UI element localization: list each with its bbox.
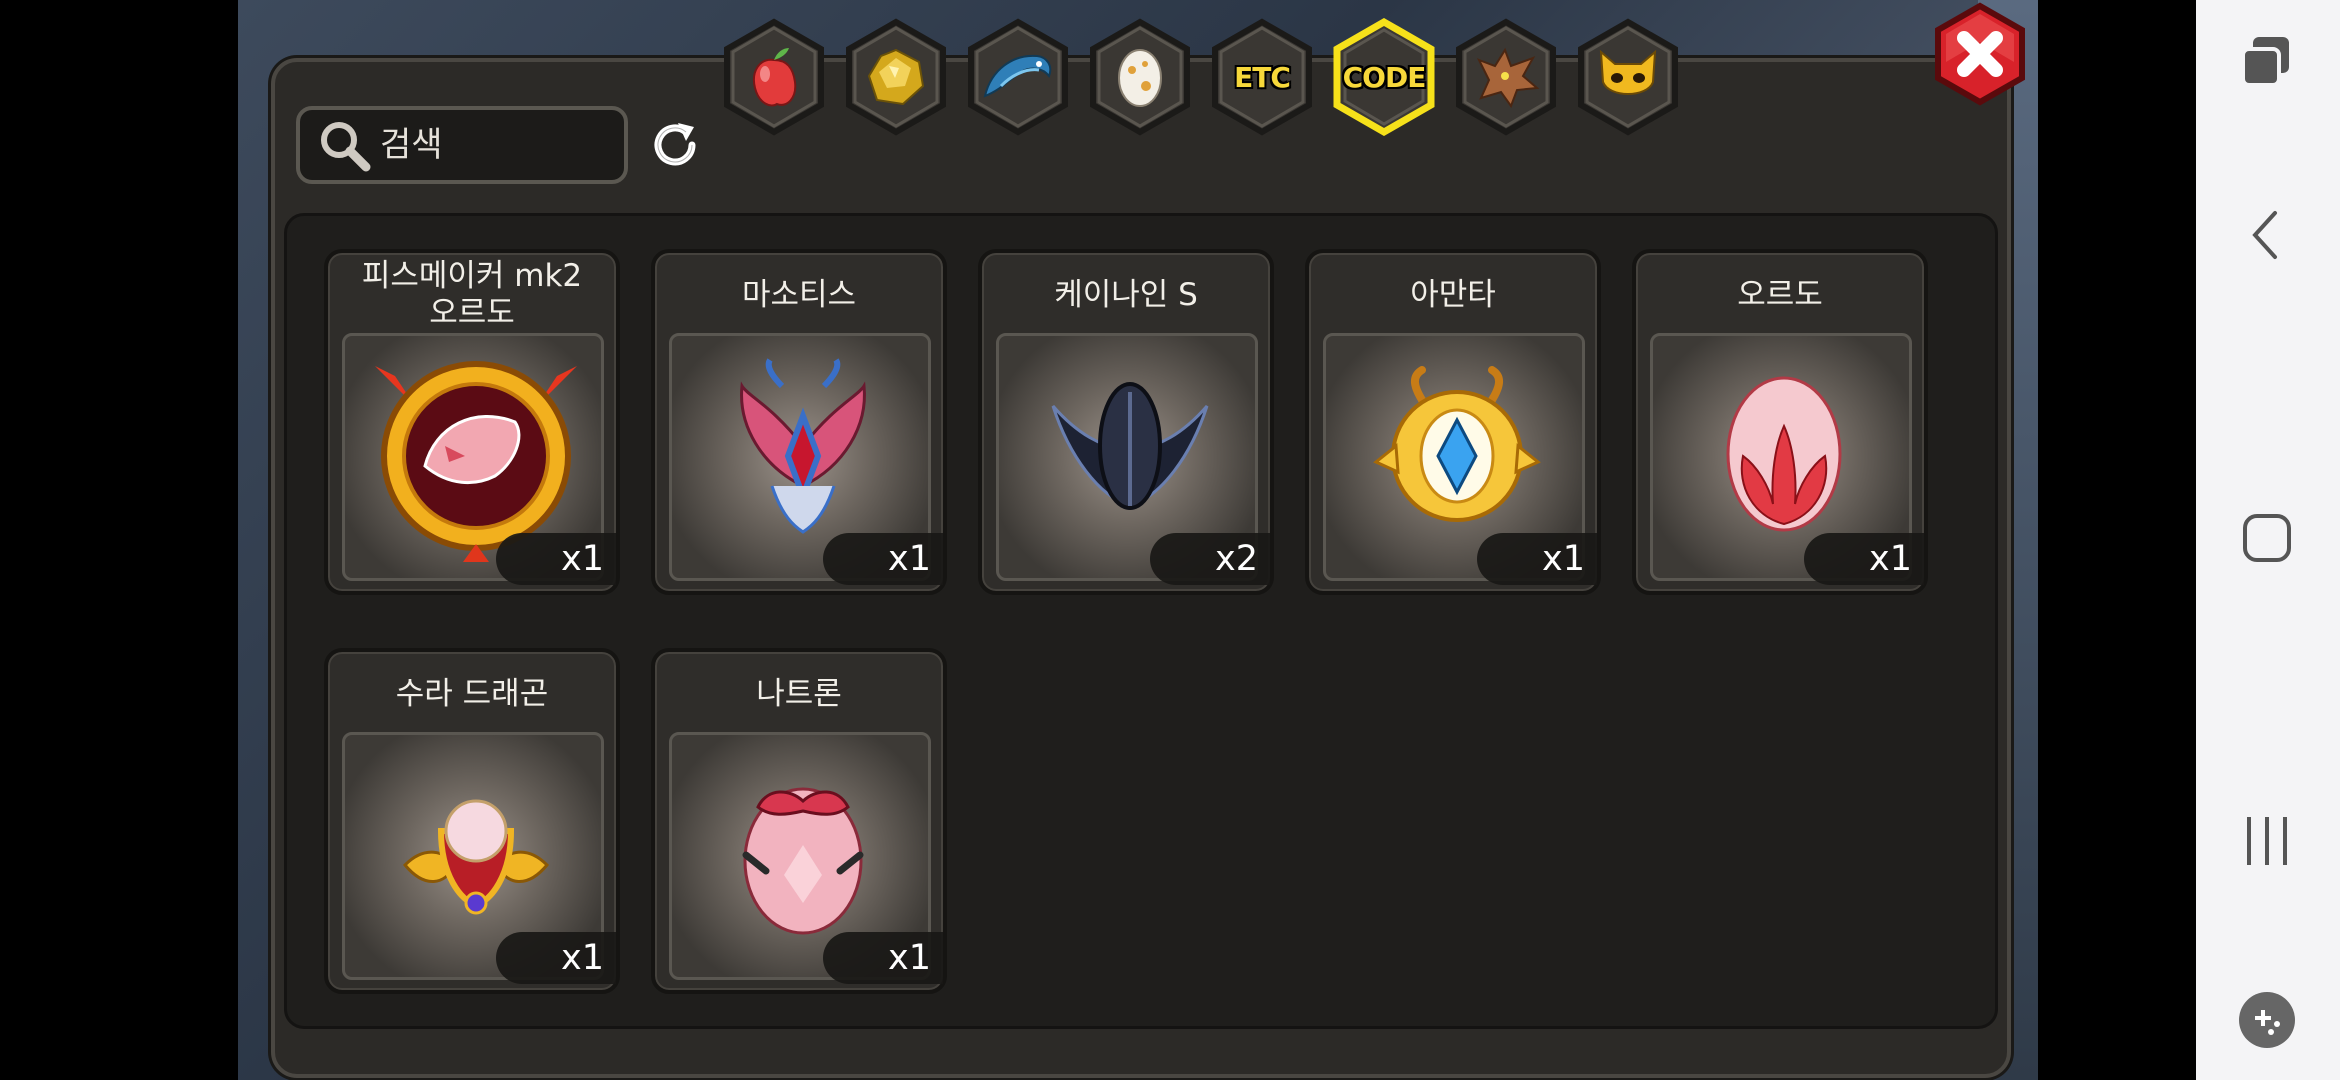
item-card[interactable]: 수라 드래곤 x1 [324, 648, 620, 994]
back-icon[interactable] [2232, 200, 2302, 270]
item-card[interactable]: 마소티스 x1 [651, 249, 947, 595]
item-name: 나트론 [756, 675, 842, 712]
refresh-icon[interactable] [645, 115, 705, 175]
item-quantity: x1 [1804, 533, 1924, 585]
item-name: 케이나인 S [1054, 276, 1198, 313]
item-name: 수라 드래곤 [395, 675, 549, 712]
item-quantity: x1 [496, 932, 616, 984]
item-name: 마소티스 [741, 276, 857, 313]
tab-dragon[interactable] [965, 18, 1071, 136]
item-card[interactable]: 아만타 x1 [1305, 249, 1601, 595]
tab-fruit[interactable] [721, 18, 827, 136]
tab-code-label: CODE [1342, 60, 1427, 94]
tab-etc-label: ETC [1234, 60, 1291, 94]
item-quantity: x2 [1150, 533, 1270, 585]
tab-etc[interactable]: ETC [1209, 18, 1315, 136]
search-input[interactable] [380, 125, 600, 165]
search-box[interactable] [296, 106, 628, 184]
item-name: 피스메이커 mk2 오르도 [361, 258, 583, 331]
home-icon[interactable] [2232, 503, 2302, 573]
recents-menu-icon[interactable] [2232, 806, 2302, 876]
search-icon [314, 115, 374, 175]
tab-mask[interactable] [1575, 18, 1681, 136]
game-tools-icon[interactable] [2232, 985, 2302, 1055]
item-card[interactable]: 오르도 x1 [1632, 249, 1928, 595]
item-quantity: x1 [496, 533, 616, 585]
recent-apps-icon[interactable] [2232, 26, 2302, 96]
item-card[interactable]: 나트론 x1 [651, 648, 947, 994]
item-quantity: x1 [823, 932, 943, 984]
tab-code[interactable]: CODE [1331, 18, 1437, 136]
tab-egg[interactable] [1087, 18, 1193, 136]
close-button[interactable] [1932, 2, 2028, 106]
item-quantity: x1 [1477, 533, 1597, 585]
tab-gold[interactable] [843, 18, 949, 136]
item-card[interactable]: 피스메이커 mk2 오르도 x1 [324, 249, 620, 595]
item-quantity: x1 [823, 533, 943, 585]
item-name: 아만타 [1410, 276, 1496, 313]
item-card[interactable]: 케이나인 S x2 [978, 249, 1274, 595]
item-name: 오르도 [1737, 276, 1823, 313]
tab-dragon-head[interactable] [1453, 18, 1559, 136]
